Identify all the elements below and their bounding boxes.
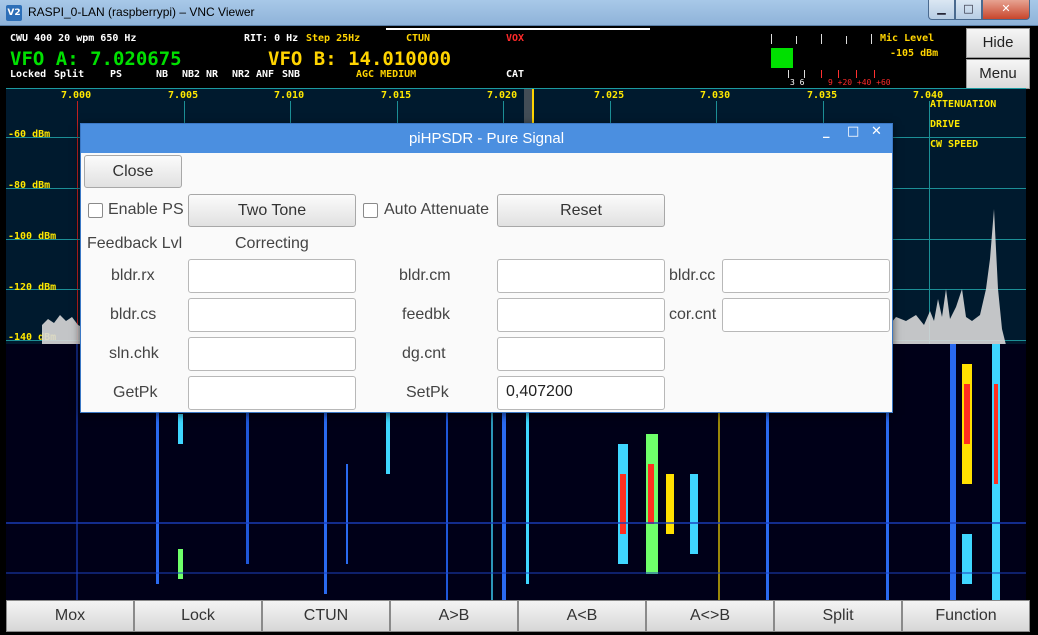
function-button[interactable]: Function (902, 600, 1030, 632)
vfo-a-display[interactable]: VFO A: 7.020675 (10, 48, 182, 70)
a-to-b-button[interactable]: A>B (390, 600, 518, 632)
feedback-level-label: Feedback Lvl (87, 235, 183, 252)
reset-button[interactable]: Reset (497, 194, 665, 227)
two-tone-button[interactable]: Two Tone (188, 194, 356, 227)
setpk-label: SetPk (406, 384, 449, 401)
cor-cnt-field[interactable] (722, 298, 890, 332)
locked-text: Locked (10, 69, 47, 80)
minimize-button[interactable]: ▁ (928, 0, 955, 20)
vfo-b-display[interactable]: VFO B: 14.010000 (268, 48, 451, 70)
close-button[interactable]: Close (84, 155, 182, 188)
swap-ab-button[interactable]: A<>B (646, 600, 774, 632)
ctun-button[interactable]: CTUN (262, 600, 390, 632)
meter-scale-red: 9 +20 +40 +60 (828, 78, 891, 87)
menu-button[interactable]: Menu (966, 59, 1030, 89)
hide-button[interactable]: Hide (966, 28, 1030, 58)
vnc-title-bar: V2 RASPI_0-LAN (raspberrypi) – VNC Viewe… (0, 0, 1038, 26)
status-bar: CWU 400 20 wpm 650 Hz RIT: 0 Hz Step 25H… (6, 26, 964, 88)
vox-text: VOX (506, 33, 525, 44)
cor-cnt-label: cor.cnt (669, 306, 717, 323)
mode-text: CWU 400 20 wpm 650 Hz (10, 33, 137, 44)
dbm-readout: -105 dBm (890, 48, 939, 59)
ps-text: PS (110, 69, 123, 80)
split-button[interactable]: Split (774, 600, 902, 632)
bldr-rx-label: bldr.rx (111, 267, 155, 284)
dg-cnt-label: dg.cnt (402, 345, 446, 362)
b-to-a-button[interactable]: A<B (518, 600, 646, 632)
bldr-cc-field[interactable] (722, 259, 890, 293)
minimize-icon[interactable]: _ (823, 124, 830, 139)
bldr-cc-label: bldr.cc (669, 267, 716, 284)
ctun-indicator (386, 28, 650, 30)
bldr-cs-field[interactable] (188, 298, 356, 332)
bldr-rx-field[interactable] (188, 259, 356, 293)
close-icon[interactable]: ✕ (871, 124, 882, 139)
agc-text: AGC MEDIUM (356, 69, 417, 80)
mox-button[interactable]: Mox (6, 600, 134, 632)
auto-attenuate-label[interactable]: Auto Attenuate (384, 201, 489, 219)
nb-text: NB (156, 69, 169, 80)
step-text: Step 25Hz (306, 33, 361, 44)
function-button-bar: Mox Lock CTUN A>B A<B A<>B Split Functio… (6, 600, 1032, 635)
bldr-cm-label: bldr.cm (399, 267, 451, 284)
enable-ps-checkbox[interactable] (88, 203, 103, 218)
vnc-app-icon: V2 (6, 5, 22, 21)
maximize-icon[interactable]: □ (847, 124, 859, 139)
mic-level-label: Mic Level (880, 33, 935, 44)
cat-text: CAT (506, 69, 525, 80)
sln-chk-label: sln.chk (109, 345, 159, 362)
meter-scale-white: 3 6 (790, 78, 805, 87)
mic-level-bar (771, 48, 793, 68)
enable-ps-label[interactable]: Enable PS (108, 201, 184, 219)
nr2-text: NR2 (232, 69, 251, 80)
dg-cnt-field[interactable] (497, 337, 665, 371)
maximize-icon: □ (963, 2, 974, 15)
window-title: RASPI_0-LAN (raspberrypi) – VNC Viewer (28, 5, 255, 19)
mic-level-meter: 3 6 9 +20 +40 +60 (766, 30, 891, 87)
close-window-button[interactable]: ✕ (982, 0, 1030, 20)
nb2-text: NB2 (182, 69, 201, 80)
bldr-cm-field[interactable] (497, 259, 665, 293)
feedbk-label: feedbk (402, 306, 451, 323)
maximize-button[interactable]: □ (955, 0, 982, 20)
rit-text: RIT: 0 Hz (244, 33, 299, 44)
dialog-title: piHPSDR - Pure Signal (408, 130, 565, 147)
pure-signal-dialog: piHPSDR - Pure Signal _ □ ✕ Close Enable… (80, 123, 893, 413)
snb-text: SNB (282, 69, 301, 80)
getpk-label: GetPk (113, 384, 158, 401)
minimize-icon: ▁ (937, 2, 946, 15)
correcting-label: Correcting (235, 235, 309, 252)
bldr-cs-label: bldr.cs (110, 306, 157, 323)
dialog-title-bar[interactable]: piHPSDR - Pure Signal _ □ ✕ (81, 124, 892, 153)
auto-attenuate-checkbox[interactable] (363, 203, 378, 218)
close-icon: ✕ (1001, 2, 1011, 15)
getpk-field[interactable] (188, 376, 356, 410)
split-text: Split (54, 69, 85, 80)
ctun-text: CTUN (406, 33, 431, 44)
sln-chk-field[interactable] (188, 337, 356, 371)
lock-button[interactable]: Lock (134, 600, 262, 632)
feedbk-field[interactable] (497, 298, 665, 332)
nr-text: NR (206, 69, 219, 80)
setpk-field[interactable]: 0,407200 (497, 376, 665, 410)
anf-text: ANF (256, 69, 275, 80)
